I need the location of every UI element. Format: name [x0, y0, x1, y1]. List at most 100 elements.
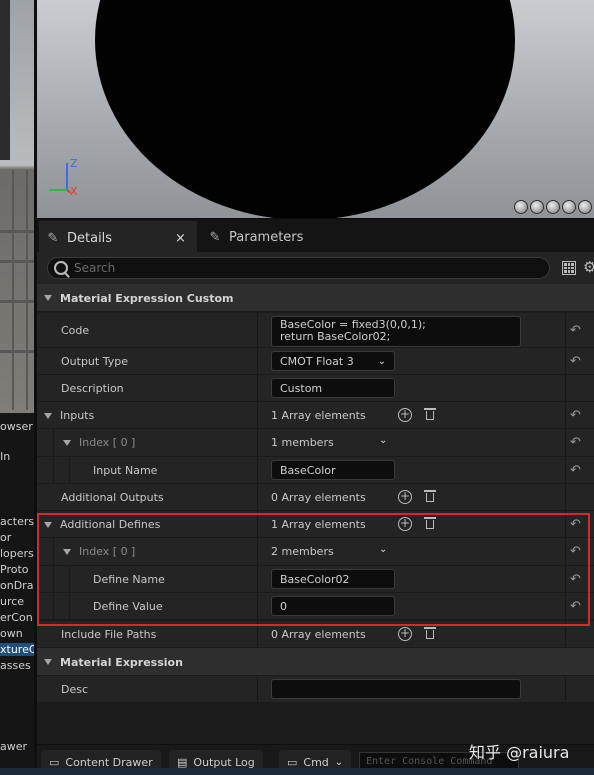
close-icon[interactable]: × — [175, 231, 186, 246]
search-placeholder: Search — [74, 261, 116, 275]
category-label: Material Expression — [60, 655, 183, 669]
chevron-down-icon[interactable]: ⌄ — [379, 544, 387, 555]
property-row-include-file-paths: Include File Paths 0 Array elements + — [37, 621, 594, 648]
left-item[interactable]: lopers — [0, 547, 37, 560]
property-row-define-value: Define Value 0 ↶ — [37, 593, 594, 620]
os-taskbar — [0, 768, 594, 775]
cube-preview-icon[interactable] — [562, 200, 576, 214]
chevron-down-icon: ⌄ — [377, 355, 386, 367]
property-label: Description — [61, 382, 124, 395]
expand-arrow-icon[interactable] — [44, 659, 52, 665]
preview-mesh-buttons[interactable] — [514, 200, 594, 216]
input-name-field[interactable]: BaseColor — [271, 460, 395, 480]
trash-icon[interactable] — [424, 489, 436, 503]
trash-icon[interactable] — [424, 626, 436, 640]
expand-arrow-icon[interactable] — [44, 412, 52, 419]
button-label: Output Log — [193, 755, 255, 769]
left-tab-content-browser[interactable]: owser — [0, 420, 37, 433]
expand-arrow-icon[interactable] — [44, 521, 52, 528]
property-label: Output Type — [61, 355, 128, 368]
details-panel: Material Expression Custom Code BaseColo… — [37, 284, 594, 744]
axis-x-label: X — [70, 185, 78, 195]
property-label: Include File Paths — [61, 628, 157, 641]
define-value-field[interactable]: 0 — [271, 596, 395, 616]
description-field[interactable]: Custom — [271, 378, 395, 398]
material-preview-viewport[interactable]: Z X — [37, 0, 594, 218]
property-row-defines-index: Index [ 0 ] 2 members ⌄ ↶ — [37, 538, 594, 566]
category-material-expression[interactable]: Material Expression — [37, 648, 594, 676]
reset-to-default-icon[interactable]: ↶ — [570, 435, 581, 450]
left-item[interactable]: Proto — [0, 563, 37, 576]
add-element-icon[interactable]: + — [398, 408, 412, 422]
reset-to-default-icon[interactable]: ↶ — [570, 599, 581, 614]
code-line: return BaseColor02; — [280, 330, 391, 343]
left-item-selected[interactable]: xtureC — [0, 643, 37, 656]
reset-to-default-icon[interactable]: ↶ — [570, 517, 581, 532]
left-item[interactable]: own — [0, 627, 37, 640]
array-count: 1 Array elements — [271, 409, 366, 422]
grid-view-icon[interactable] — [562, 261, 576, 275]
add-element-icon[interactable]: + — [398, 627, 412, 641]
expand-arrow-icon[interactable] — [63, 439, 71, 446]
members-count: 2 members — [271, 545, 334, 558]
trash-icon[interactable] — [424, 407, 436, 421]
array-count: 0 Array elements — [271, 491, 366, 504]
gear-icon[interactable]: ⚙ — [583, 258, 594, 276]
index-label: Index [ 0 ] — [79, 545, 136, 558]
property-row-define-name: Define Name BaseColor02 ↶ — [37, 566, 594, 593]
property-label: Input Name — [93, 464, 158, 477]
left-item[interactable]: onDra — [0, 579, 37, 592]
chevron-down-icon: ⌄ — [334, 756, 344, 768]
reset-to-default-icon[interactable]: ↶ — [570, 323, 581, 338]
reset-to-default-icon[interactable]: ↶ — [570, 572, 581, 587]
output-type-dropdown[interactable]: CMOT Float 3 ⌄ — [271, 351, 395, 371]
plane-preview-icon[interactable] — [546, 200, 560, 214]
dropdown-value: CMOT Float 3 — [280, 354, 354, 368]
left-item[interactable]: asses — [0, 659, 37, 672]
code-textarea[interactable]: BaseColor = fixed3(0,0,1); return BaseCo… — [271, 316, 521, 347]
reset-to-default-icon[interactable]: ↶ — [570, 544, 581, 559]
tab-parameters[interactable]: ✎ Parameters — [203, 221, 363, 253]
reset-to-default-icon[interactable]: ↶ — [570, 354, 581, 369]
left-item[interactable]: erCon — [0, 611, 37, 624]
property-row-inputs-index: Index [ 0 ] 1 members ⌄ ↶ — [37, 429, 594, 457]
axis-gizmo-icon: Z X — [49, 157, 78, 195]
drawer-icon: ▭ — [49, 755, 60, 769]
trash-icon[interactable] — [424, 516, 436, 530]
left-item[interactable]: urce — [0, 595, 37, 608]
property-row-output-type: Output Type CMOT Float 3 ⌄ ↶ — [37, 348, 594, 375]
index-label: Index [ 0 ] — [79, 436, 136, 449]
search-input[interactable]: Search — [47, 257, 550, 279]
mesh-preview-icon[interactable] — [578, 200, 592, 214]
property-label: Additional Outputs — [61, 491, 164, 504]
pencil-icon: ✎ — [47, 230, 59, 246]
category-material-expression-custom[interactable]: Material Expression Custom — [37, 284, 594, 312]
watermark-text: 知乎 @raiura — [469, 743, 570, 762]
add-element-icon[interactable]: + — [398, 490, 412, 504]
define-name-field[interactable]: BaseColor02 — [271, 569, 395, 589]
cylinder-preview-icon[interactable] — [514, 200, 528, 214]
expand-arrow-icon[interactable] — [44, 295, 52, 301]
property-label: Define Name — [93, 573, 165, 586]
left-import-button[interactable]: In — [0, 450, 37, 463]
axis-z-label: Z — [70, 157, 78, 170]
tab-details-label: Details — [67, 230, 113, 246]
reset-to-default-icon[interactable]: ↶ — [570, 408, 581, 423]
desc-field[interactable] — [271, 679, 521, 699]
left-tab-drawer[interactable]: awer — [0, 740, 37, 753]
property-row-desc: Desc — [37, 676, 594, 703]
sphere-preview-icon[interactable] — [530, 200, 544, 214]
property-row-inputs: Inputs 1 Array elements + ↶ — [37, 402, 594, 429]
button-label: Content Drawer — [65, 755, 153, 769]
chevron-down-icon[interactable]: ⌄ — [379, 435, 387, 446]
add-element-icon[interactable]: + — [398, 517, 412, 531]
button-label: Cmd — [303, 755, 329, 769]
expand-arrow-icon[interactable] — [63, 548, 71, 555]
search-icon — [54, 261, 68, 275]
tab-details[interactable]: ✎ Details × — [39, 221, 197, 253]
log-icon: ▤ — [177, 755, 188, 769]
left-item[interactable]: acters — [0, 515, 37, 528]
pencil-icon: ✎ — [209, 229, 221, 245]
left-item[interactable]: or — [0, 531, 37, 544]
reset-to-default-icon[interactable]: ↶ — [570, 463, 581, 478]
